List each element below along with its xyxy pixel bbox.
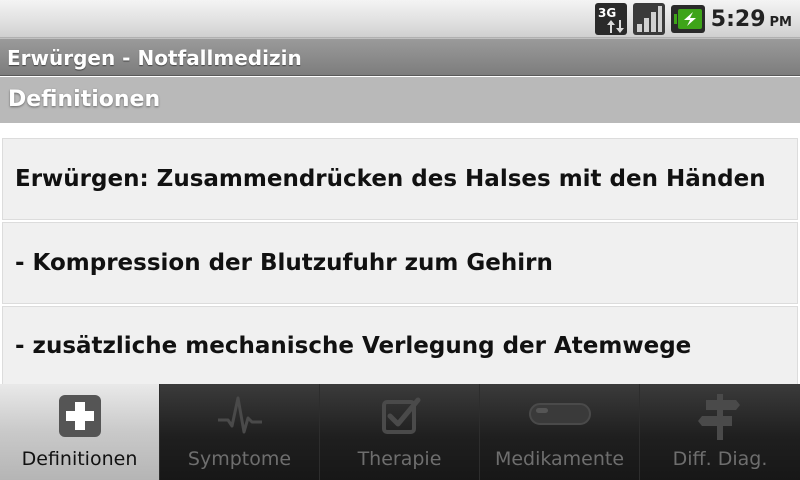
checkbox-icon [376, 392, 424, 440]
tab-label: Definitionen [21, 448, 138, 470]
heartbeat-icon [216, 392, 264, 440]
status-bar: 3G 5:29 PM [0, 0, 800, 38]
tab-symptome[interactable]: Symptome [160, 384, 320, 480]
signpost-icon [696, 392, 744, 440]
network-3g-icon: 3G [594, 3, 627, 35]
signal-strength-icon [632, 3, 665, 35]
clock-ampm: PM [769, 14, 792, 30]
tab-therapie[interactable]: Therapie [320, 384, 480, 480]
tab-label: Symptome [187, 448, 292, 470]
status-icons: 3G 5:29 PM [594, 3, 792, 35]
svg-text:3G: 3G [598, 6, 616, 20]
app-title: Erwürgen - Notfallmedizin [7, 46, 302, 70]
tab-label: Diff. Diag. [672, 448, 768, 470]
tab-medikamente[interactable]: Medikamente [480, 384, 640, 480]
list-item-text: - Kompression der Blutzufuhr zum Gehirn [15, 250, 553, 276]
list-item-text: Erwürgen: Zusammendrücken des Halses mit… [15, 166, 766, 192]
tab-definitionen[interactable]: Definitionen [0, 384, 160, 480]
tab-label: Therapie [357, 448, 442, 470]
list-item[interactable]: Erwürgen: Zusammendrücken des Halses mit… [2, 138, 798, 220]
plus-icon [56, 392, 104, 440]
section-title: Definitionen [8, 87, 161, 112]
content-list: Erwürgen: Zusammendrücken des Halses mit… [0, 123, 800, 385]
battery-charging-icon [670, 3, 705, 35]
pill-icon [528, 392, 592, 440]
list-item[interactable]: - zusätzliche mechanische Verlegung der … [2, 306, 798, 385]
clock-time: 5:29 [710, 6, 766, 32]
clock: 5:29 PM [711, 7, 792, 32]
list-item[interactable]: - Kompression der Blutzufuhr zum Gehirn [2, 222, 798, 304]
tab-diff-diag[interactable]: Diff. Diag. [640, 384, 800, 480]
tab-label: Medikamente [494, 448, 625, 470]
list-item-text: - zusätzliche mechanische Verlegung der … [15, 332, 692, 359]
tab-bar: Definitionen Symptome Therapie Medikamen… [0, 384, 800, 480]
app-title-bar: Erwürgen - Notfallmedizin [0, 38, 800, 76]
section-header: Definitionen [0, 77, 800, 123]
